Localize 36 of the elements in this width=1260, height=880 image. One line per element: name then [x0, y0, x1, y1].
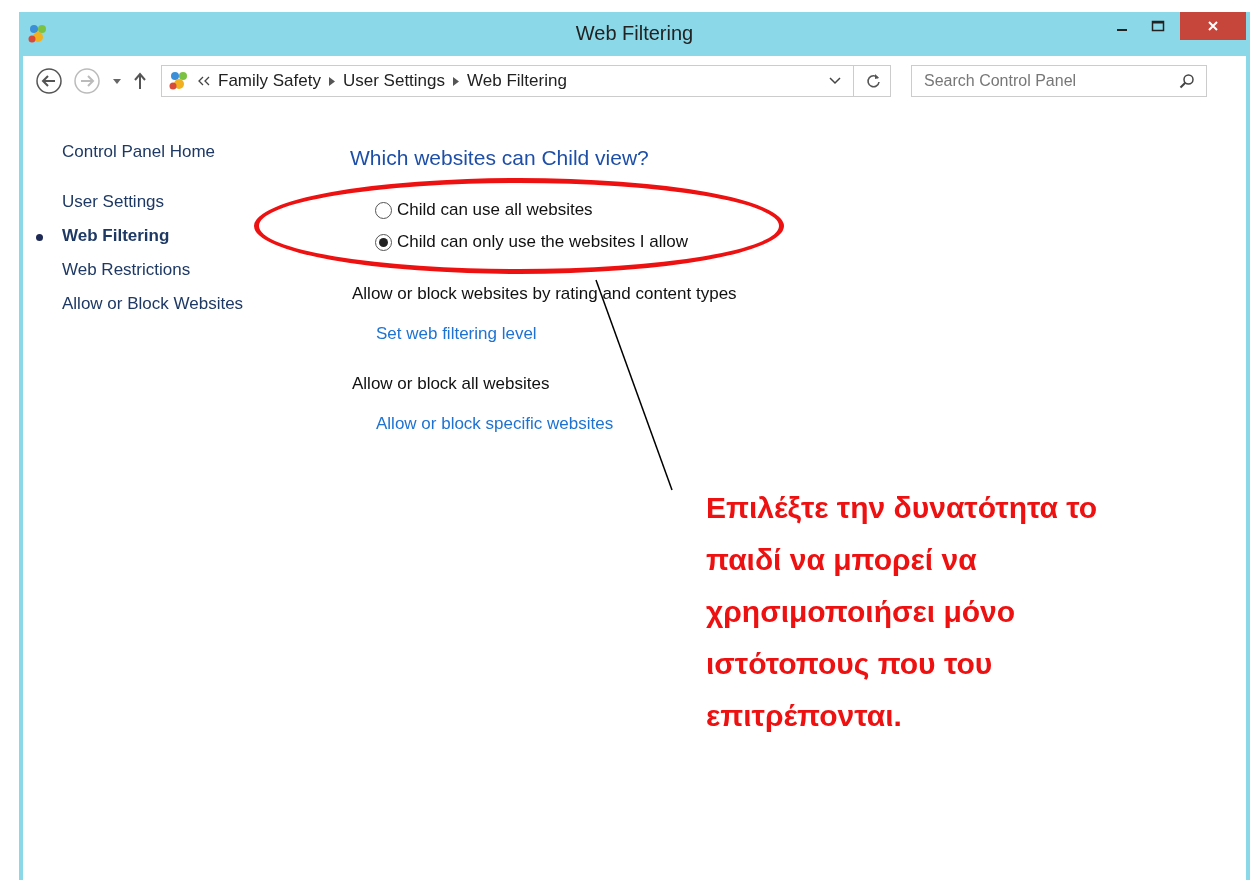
breadcrumb-item[interactable]: Family Safety	[218, 71, 321, 91]
settings-link[interactable]: Allow or block specific websites	[376, 414, 737, 434]
minimize-icon	[1117, 29, 1127, 31]
sidebar-item[interactable]: Web Restrictions	[62, 260, 191, 279]
radio-button[interactable]	[375, 201, 392, 219]
maximize-icon	[1151, 20, 1165, 32]
chevrons-icon	[198, 76, 210, 86]
page-heading: Which websites can Child view?	[350, 146, 650, 170]
refresh-icon[interactable]	[866, 73, 882, 89]
sidebar-link[interactable]: Control Panel Home	[62, 142, 311, 162]
caret-icon[interactable]	[111, 77, 123, 85]
triangle-right-icon	[329, 76, 335, 86]
section-label: Allow or block all websites	[352, 374, 551, 394]
people-icon	[27, 23, 49, 45]
sidebar-item[interactable]: User Settings	[62, 192, 165, 211]
close-button[interactable]	[1180, 12, 1246, 40]
people-icon	[168, 70, 190, 92]
search-icon	[1179, 73, 1195, 89]
triangle-right-icon	[453, 76, 460, 86]
back-icon[interactable]	[35, 67, 63, 95]
chevron-down-icon[interactable]	[829, 77, 841, 85]
sidebar-item[interactable]: Web Filtering	[62, 226, 170, 245]
search-field[interactable]: Search Control Panel	[911, 65, 1207, 97]
sidebar-item[interactable]: Allow or Block Websites	[62, 294, 244, 313]
annotation-text: Επιλέξτε την δυνατότητα το παιδί να μπορεί να χρησιμοποιήσει μόνο ιστότοπους που του επιτρέπονται.	[706, 490, 1099, 734]
up-arrow-icon[interactable]	[133, 72, 147, 90]
radio-label[interactable]: Child can use all websites	[397, 200, 593, 220]
section-label: Allow or block websites by rating and content types	[352, 284, 737, 304]
close-icon	[1207, 20, 1219, 32]
window-title: Web Filtering	[574, 22, 695, 45]
radio-button[interactable]	[375, 233, 392, 251]
settings-link[interactable]: Set web filtering level	[376, 324, 737, 344]
address-bar[interactable]: Family Safety User Settings Web Filtering	[161, 65, 891, 97]
breadcrumb-item[interactable]: User Settings	[343, 71, 446, 91]
breadcrumb-item[interactable]: Web Filtering	[467, 71, 567, 91]
radio-label[interactable]: Child can only use the websites I allow	[397, 232, 689, 252]
